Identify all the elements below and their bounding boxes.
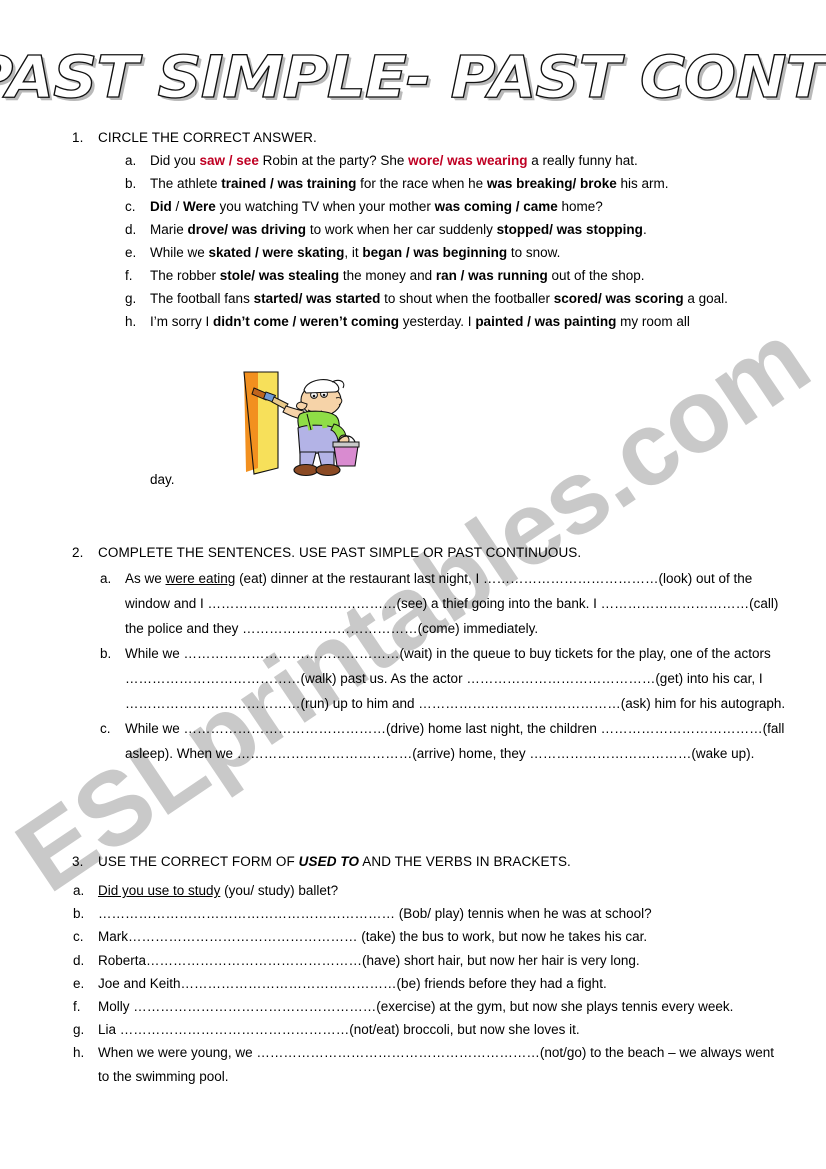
exercise-1-heading: 1. CIRCLE THE CORRECT ANSWER. — [0, 128, 826, 147]
exercise-3-heading-text: USE THE CORRECT FORM OF USED TO AND THE … — [98, 854, 571, 869]
page-title: PAST SIMPLE- PAST CONTINUOUS — [0, 43, 826, 111]
list-item: b. ………………………………………………………… (Bob/ play) te… — [73, 902, 786, 925]
item-text: The athlete trained / was training for t… — [150, 176, 669, 191]
exercise-2-items: a. As we were eating (eat) dinner at the… — [0, 562, 826, 766]
item-letter: c. — [73, 929, 84, 945]
list-item: a. Did you saw / see Robin at the party?… — [125, 149, 770, 172]
exercise-1-items: a. Did you saw / see Robin at the party?… — [0, 147, 826, 333]
item-letter: g. — [125, 291, 137, 306]
item-text: Lia ……………………………………………(not/eat) broccoli,… — [98, 1022, 580, 1038]
exercise-3-heading: 3. USE THE CORRECT FORM OF USED TO AND T… — [0, 852, 826, 871]
item-letter: f. — [73, 999, 81, 1015]
item-letter: g. — [73, 1022, 85, 1038]
exercise-1-heading-text: CIRCLE THE CORRECT ANSWER. — [98, 130, 317, 145]
list-item: c. While we ………………………………………(drive) home … — [100, 716, 792, 766]
item-text: While we …………………………………………(wait) in the q… — [125, 646, 786, 711]
item-letter: b. — [125, 176, 137, 191]
item-letter: e. — [73, 975, 85, 991]
item-text: As we were eating (eat) dinner at the re… — [125, 571, 779, 636]
item-text: Mark…………………………………………… (take) the bus to … — [98, 929, 648, 945]
title-container: PAST SIMPLE- PAST CONTINUOUS — [0, 43, 826, 111]
exercise-3-items: a. Did you use to study (you/ study) bal… — [0, 871, 826, 1088]
list-item: h. I’m sorry I didn’t come / weren’t com… — [125, 310, 770, 333]
item-letter: c. — [100, 721, 111, 736]
list-item: a. Did you use to study (you/ study) bal… — [73, 879, 786, 902]
item-text: While we skated / were skating, it began… — [150, 245, 561, 260]
list-item: g. Lia ……………………………………………(not/eat) brocco… — [73, 1018, 786, 1041]
list-item: b. The athlete trained / was training fo… — [125, 172, 770, 195]
list-item: a. As we were eating (eat) dinner at the… — [100, 566, 792, 641]
item-letter: h. — [73, 1045, 85, 1061]
item-text: I’m sorry I didn’t come / weren’t coming… — [150, 314, 690, 329]
exercise-2-number: 2. — [72, 545, 84, 560]
list-item: b. While we …………………………………………(wait) in th… — [100, 641, 792, 716]
list-item: f. The robber stole/ was stealing the mo… — [125, 264, 770, 287]
item-letter: h. — [125, 314, 137, 329]
item-letter: a. — [125, 153, 137, 168]
exercise-2-heading-text: COMPLETE THE SENTENCES. USE PAST SIMPLE … — [98, 545, 582, 560]
list-item: c. Did / Were you watching TV when your … — [125, 195, 770, 218]
item-text: Molly ………………………………………………(exercise) at th… — [98, 999, 734, 1015]
list-item: h. When we were young, we ……………………………………… — [73, 1041, 786, 1087]
list-item: e. While we skated / were skating, it be… — [125, 241, 770, 264]
painter-clipart — [228, 368, 364, 480]
item-letter: e. — [125, 245, 137, 260]
item-letter: b. — [73, 906, 85, 922]
worksheet-page: PAST SIMPLE- PAST CONTINUOUS 1. CIRCLE T… — [0, 0, 826, 1169]
exercise-2-heading: 2. COMPLETE THE SENTENCES. USE PAST SIMP… — [0, 543, 826, 562]
item-text: Roberta…………………………………………(have) short hair… — [98, 952, 640, 968]
item-letter: f. — [125, 268, 133, 283]
list-item: f. Molly ………………………………………………(exercise) at… — [73, 995, 786, 1018]
exercise-3: 3. USE THE CORRECT FORM OF USED TO AND T… — [0, 852, 826, 1088]
item-letter: a. — [100, 571, 112, 586]
exercise-1: 1. CIRCLE THE CORRECT ANSWER. a. Did you… — [0, 128, 826, 333]
item-text: The robber stole/ was stealing the money… — [150, 268, 645, 283]
item-text: Did you saw / see Robin at the party? Sh… — [150, 153, 638, 168]
item-text: While we ………………………………………(drive) home las… — [125, 721, 785, 761]
list-item: c. Mark…………………………………………… (take) the bus … — [73, 925, 786, 948]
item-text: The football fans started/ was started t… — [150, 291, 728, 306]
filled-answer: Did you use to study — [98, 883, 221, 898]
filled-answer: were eating — [165, 571, 236, 586]
list-item: e. Joe and Keith…………………………………………(be) fri… — [73, 972, 786, 995]
exercise-3-number: 3. — [72, 854, 84, 869]
list-item: d. Roberta…………………………………………(have) short h… — [73, 949, 786, 972]
exercise-1-number: 1. — [72, 130, 84, 145]
item-text: When we were young, we ……………………………………………… — [98, 1045, 774, 1084]
exercise-2: 2. COMPLETE THE SENTENCES. USE PAST SIMP… — [0, 543, 826, 766]
item-letter: a. — [73, 883, 85, 898]
item-letter: b. — [100, 646, 112, 661]
item-letter: d. — [73, 952, 85, 968]
item-text: Did you use to study (you/ study) ballet… — [98, 883, 339, 898]
exercise-1-trailing-text: day. — [150, 472, 175, 487]
item-text: ………………………………………………………… (Bob/ play) tenni… — [98, 906, 652, 922]
item-text: Marie drove/ was driving to work when he… — [150, 222, 647, 237]
list-item: d. Marie drove/ was driving to work when… — [125, 218, 770, 241]
item-text: Joe and Keith…………………………………………(be) friend… — [98, 975, 607, 991]
list-item: g. The football fans started/ was starte… — [125, 287, 770, 310]
item-letter: d. — [125, 222, 137, 237]
heading-emphasis: USED TO — [298, 854, 360, 869]
item-text: Did / Were you watching TV when your mot… — [150, 199, 603, 214]
item-letter: c. — [125, 199, 136, 214]
